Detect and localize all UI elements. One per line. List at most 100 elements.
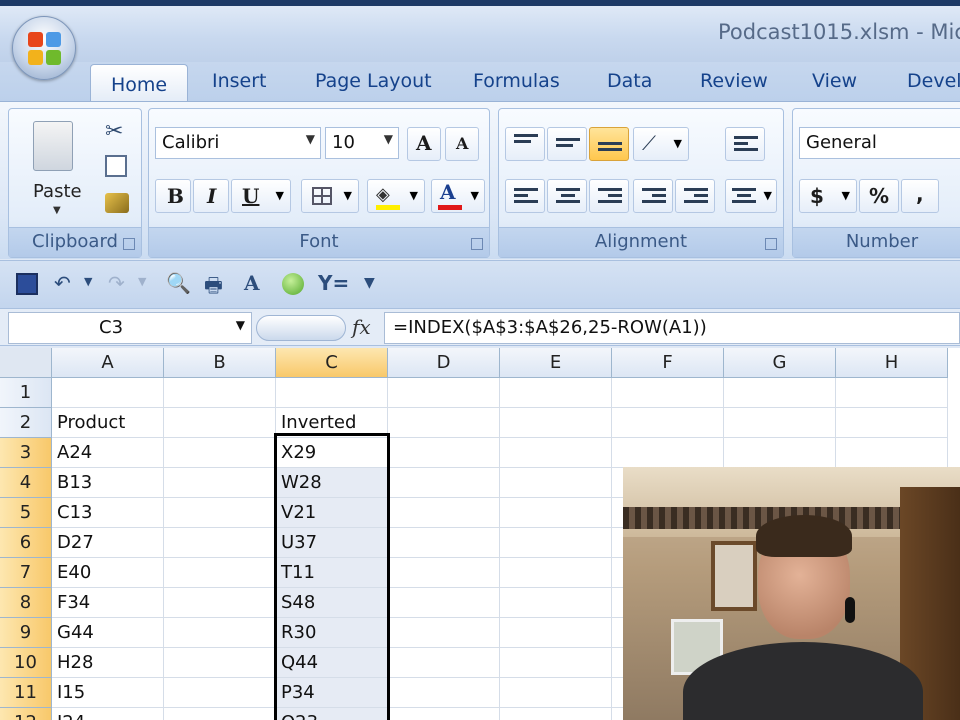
print-icon[interactable]: 🖶 — [204, 271, 223, 305]
cell-e6[interactable] — [500, 528, 612, 558]
cell-c12[interactable]: O23 — [276, 708, 388, 720]
cell-g2[interactable] — [724, 408, 836, 438]
cell-h1[interactable] — [836, 378, 948, 408]
borders-button[interactable]: ▼ — [301, 179, 359, 213]
font-name-select[interactable]: Calibri ▼ — [155, 127, 321, 159]
italic-button[interactable]: I — [193, 179, 229, 213]
select-all-button[interactable] — [0, 348, 52, 378]
cell-d1[interactable] — [388, 378, 500, 408]
cell-e5[interactable] — [500, 498, 612, 528]
column-header-d[interactable]: D — [388, 348, 500, 378]
column-header-h[interactable]: H — [836, 348, 948, 378]
cell-b11[interactable] — [164, 678, 276, 708]
cell-a5[interactable]: C13 — [52, 498, 164, 528]
cell-e9[interactable] — [500, 618, 612, 648]
name-box-dropdown-icon[interactable]: ▼ — [236, 318, 245, 332]
center-button[interactable] — [547, 179, 587, 213]
paste-dropdown-icon[interactable]: ▼ — [53, 205, 61, 216]
row-header-9[interactable]: 9 — [0, 618, 52, 648]
cell-b8[interactable] — [164, 588, 276, 618]
record-macro-icon[interactable] — [282, 273, 304, 295]
comma-button[interactable]: , — [901, 179, 939, 213]
undo-icon[interactable]: ↶ — [54, 271, 71, 295]
formula-bar-splitter[interactable] — [256, 315, 346, 341]
shrink-font-button[interactable]: A — [445, 127, 479, 161]
tab-data[interactable]: Data — [607, 70, 652, 92]
wrap-text-button[interactable] — [725, 127, 765, 161]
cell-e8[interactable] — [500, 588, 612, 618]
formula-input[interactable]: =INDEX($A$3:$A$26,25-ROW(A1)) — [384, 312, 960, 344]
column-header-e[interactable]: E — [500, 348, 612, 378]
cell-d7[interactable] — [388, 558, 500, 588]
cell-c5[interactable]: V21 — [276, 498, 388, 528]
row-header-4[interactable]: 4 — [0, 468, 52, 498]
column-header-b[interactable]: B — [164, 348, 276, 378]
row-header-8[interactable]: 8 — [0, 588, 52, 618]
cell-b3[interactable] — [164, 438, 276, 468]
cell-e2[interactable] — [500, 408, 612, 438]
column-header-g[interactable]: G — [724, 348, 836, 378]
cell-a3[interactable]: A24 — [52, 438, 164, 468]
row-header-5[interactable]: 5 — [0, 498, 52, 528]
cell-b9[interactable] — [164, 618, 276, 648]
bottom-align-button[interactable] — [589, 127, 629, 161]
redo-icon[interactable]: ↷ — [108, 271, 125, 295]
underline-button[interactable]: U ▼ — [231, 179, 291, 213]
cell-d9[interactable] — [388, 618, 500, 648]
cell-g3[interactable] — [724, 438, 836, 468]
cell-f2[interactable] — [612, 408, 724, 438]
font-size-select[interactable]: 10 ▼ — [325, 127, 399, 159]
cell-d4[interactable] — [388, 468, 500, 498]
cell-e7[interactable] — [500, 558, 612, 588]
office-button[interactable] — [12, 16, 76, 80]
cell-c1[interactable] — [276, 378, 388, 408]
row-header-6[interactable]: 6 — [0, 528, 52, 558]
cell-e12[interactable] — [500, 708, 612, 720]
alignment-launcher-icon[interactable] — [765, 238, 777, 250]
cell-d10[interactable] — [388, 648, 500, 678]
row-header-10[interactable]: 10 — [0, 648, 52, 678]
column-header-c[interactable]: C — [276, 348, 388, 378]
tab-view[interactable]: View — [812, 70, 857, 92]
name-box[interactable]: C3 ▼ — [8, 312, 252, 344]
cell-a4[interactable]: B13 — [52, 468, 164, 498]
cell-d8[interactable] — [388, 588, 500, 618]
cell-b5[interactable] — [164, 498, 276, 528]
clipboard-launcher-icon[interactable] — [123, 238, 135, 250]
bold-button[interactable]: B — [155, 179, 191, 213]
merge-center-button[interactable]: ▼ — [725, 179, 777, 213]
cell-b10[interactable] — [164, 648, 276, 678]
increase-indent-button[interactable] — [675, 179, 715, 213]
cell-d3[interactable] — [388, 438, 500, 468]
undo-dropdown-icon[interactable]: ▼ — [84, 275, 92, 288]
cell-a9[interactable]: G44 — [52, 618, 164, 648]
decrease-indent-button[interactable] — [633, 179, 673, 213]
paste-icon[interactable] — [33, 121, 73, 171]
copy-icon[interactable] — [105, 155, 127, 177]
font-style-icon[interactable]: A — [244, 271, 260, 295]
cell-d6[interactable] — [388, 528, 500, 558]
top-align-button[interactable] — [505, 127, 545, 161]
tab-review[interactable]: Review — [700, 70, 768, 92]
cell-a2[interactable]: Product — [52, 408, 164, 438]
cell-a7[interactable]: E40 — [52, 558, 164, 588]
font-launcher-icon[interactable] — [471, 238, 483, 250]
cell-b6[interactable] — [164, 528, 276, 558]
save-icon[interactable] — [16, 273, 38, 295]
row-header-7[interactable]: 7 — [0, 558, 52, 588]
cell-b4[interactable] — [164, 468, 276, 498]
print-preview-icon[interactable]: 🔍 — [166, 271, 191, 295]
row-header-3[interactable]: 3 — [0, 438, 52, 468]
percent-button[interactable]: % — [859, 179, 899, 213]
column-header-f[interactable]: F — [612, 348, 724, 378]
cell-e3[interactable] — [500, 438, 612, 468]
tab-developer[interactable]: Develo — [907, 70, 960, 92]
customize-qat-icon[interactable]: ▼ — [364, 275, 375, 291]
paste-button[interactable]: Paste — [33, 181, 82, 202]
cell-c10[interactable]: Q44 — [276, 648, 388, 678]
cell-d2[interactable] — [388, 408, 500, 438]
cell-e10[interactable] — [500, 648, 612, 678]
cell-d12[interactable] — [388, 708, 500, 720]
cell-a10[interactable]: H28 — [52, 648, 164, 678]
cell-b1[interactable] — [164, 378, 276, 408]
